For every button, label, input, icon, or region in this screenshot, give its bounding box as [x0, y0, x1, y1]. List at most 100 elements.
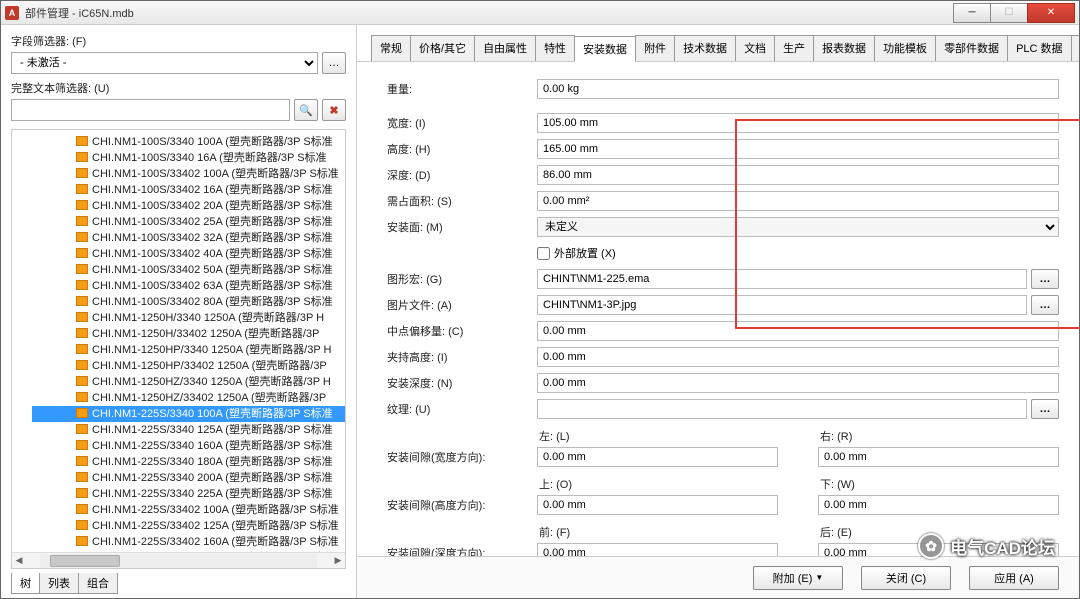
- external-checkbox[interactable]: [537, 247, 550, 260]
- search-icon: 🔍: [299, 104, 313, 117]
- tree-item[interactable]: CHI.NM1-225S/3340 160A (塑壳断路器/3P S标准: [32, 438, 345, 454]
- width-input[interactable]: [537, 113, 1059, 133]
- property-tab[interactable]: 安全值: [1071, 35, 1079, 61]
- field-filter-label: 字段筛选器: (F): [11, 33, 346, 49]
- property-tab[interactable]: 技术数据: [674, 35, 736, 61]
- part-icon: [76, 456, 88, 466]
- property-tab[interactable]: 功能模板: [874, 35, 936, 61]
- spacing-right-input[interactable]: [818, 447, 1059, 467]
- close-button[interactable]: 关闭 (C): [861, 566, 951, 590]
- tree-item[interactable]: CHI.NM1-1250H/3340 1250A (塑壳断路器/3P H: [32, 310, 345, 326]
- tree-item[interactable]: CHI.NM1-100S/3340 100A (塑壳断路器/3P S标准: [32, 134, 345, 150]
- part-icon: [76, 216, 88, 226]
- macro-browse-button[interactable]: …: [1031, 269, 1059, 289]
- mountdepth-input[interactable]: [537, 373, 1059, 393]
- close-window-button[interactable]: ✕: [1027, 3, 1075, 23]
- clear-filter-button[interactable]: ✖: [322, 99, 346, 121]
- texture-browse-button[interactable]: …: [1031, 399, 1059, 419]
- spacing-back-input[interactable]: [818, 543, 1059, 556]
- tree-item[interactable]: CHI.NM1-225S/33402 100A (塑壳断路器/3P S标准: [32, 502, 345, 518]
- field-filter-select[interactable]: - 未激活 -: [11, 52, 318, 74]
- tree-item[interactable]: CHI.NM1-225S/3340 200A (塑壳断路器/3P S标准: [32, 470, 345, 486]
- property-tab[interactable]: 文档: [735, 35, 775, 61]
- tree-item[interactable]: CHI.NM1-100S/33402 63A (塑壳断路器/3P S标准: [32, 278, 345, 294]
- parts-tree: CHI.NM1-100S/3340 100A (塑壳断路器/3P S标准CHI.…: [11, 129, 346, 569]
- property-tab[interactable]: 零部件数据: [935, 35, 1008, 61]
- apply-button[interactable]: 应用 (A): [969, 566, 1059, 590]
- weight-input[interactable]: [537, 79, 1059, 99]
- spacing-front-input[interactable]: [537, 543, 778, 556]
- tab-combo[interactable]: 组合: [78, 573, 118, 594]
- part-icon: [76, 344, 88, 354]
- right-pane: 常规价格/其它自由属性特性安装数据附件技术数据文档生产报表数据功能模板零部件数据…: [357, 25, 1079, 598]
- mountdepth-label: 安装深度: (N): [387, 375, 537, 391]
- front-col-label: 前: (F): [537, 524, 778, 540]
- part-icon: [76, 488, 88, 498]
- maximize-button[interactable]: ☐: [990, 3, 1028, 23]
- spacing-depth-label: 安装间隙(深度方向):: [387, 545, 537, 556]
- tree-item[interactable]: CHI.NM1-225S/3340 100A (塑壳断路器/3P S标准: [32, 406, 345, 422]
- property-tab[interactable]: 生产: [774, 35, 814, 61]
- top-col-label: 上: (O): [537, 476, 778, 492]
- macro-input[interactable]: [537, 269, 1027, 289]
- scroll-thumb[interactable]: [50, 555, 120, 567]
- minimize-button[interactable]: ─: [953, 3, 991, 23]
- part-icon: [76, 424, 88, 434]
- centeroffset-input[interactable]: [537, 321, 1059, 341]
- image-input[interactable]: [537, 295, 1027, 315]
- image-browse-button[interactable]: …: [1031, 295, 1059, 315]
- property-tab[interactable]: 常规: [371, 35, 411, 61]
- fulltext-input[interactable]: [11, 99, 290, 121]
- spacing-top-input[interactable]: [537, 495, 778, 515]
- tree-item[interactable]: CHI.NM1-100S/33402 40A (塑壳断路器/3P S标准: [32, 246, 345, 262]
- tree-item[interactable]: CHI.NM1-100S/3340 16A (塑壳断路器/3P S标准: [32, 150, 345, 166]
- attach-button[interactable]: 附加 (E)▼: [753, 566, 843, 590]
- tree-item[interactable]: CHI.NM1-225S/33402 125A (塑壳断路器/3P S标准: [32, 518, 345, 534]
- tree-hscrollbar[interactable]: ◀ ▶: [12, 552, 345, 568]
- height-input[interactable]: [537, 139, 1059, 159]
- tree-item[interactable]: CHI.NM1-100S/33402 80A (塑壳断路器/3P S标准: [32, 294, 345, 310]
- tree-item[interactable]: CHI.NM1-225S/33402 160A (塑壳断路器/3P S标准: [32, 534, 345, 550]
- property-tab[interactable]: 附件: [635, 35, 675, 61]
- tree-item[interactable]: CHI.NM1-100S/33402 16A (塑壳断路器/3P S标准: [32, 182, 345, 198]
- field-filter-more-button[interactable]: …: [322, 52, 346, 74]
- tree-item[interactable]: CHI.NM1-100S/33402 100A (塑壳断路器/3P S标准: [32, 166, 345, 182]
- tree-inner[interactable]: CHI.NM1-100S/3340 100A (塑壳断路器/3P S标准CHI.…: [12, 130, 345, 552]
- tree-item[interactable]: CHI.NM1-100S/33402 50A (塑壳断路器/3P S标准: [32, 262, 345, 278]
- back-col-label: 后: (E): [818, 524, 1059, 540]
- property-tab[interactable]: 安装数据: [574, 36, 636, 62]
- tree-item[interactable]: CHI.NM1-1250HP/3340 1250A (塑壳断路器/3P H: [32, 342, 345, 358]
- property-tab[interactable]: PLC 数据: [1007, 35, 1071, 61]
- property-tab[interactable]: 价格/其它: [410, 35, 475, 61]
- gripheight-input[interactable]: [537, 347, 1059, 367]
- part-icon: [76, 504, 88, 514]
- app-window: A 部件管理 - iC65N.mdb ─ ☐ ✕ 字段筛选器: (F) - 未激…: [0, 0, 1080, 599]
- texture-label: 纹理: (U): [387, 401, 537, 417]
- tree-item[interactable]: CHI.NM1-225S/3340 125A (塑壳断路器/3P S标准: [32, 422, 345, 438]
- tree-item[interactable]: CHI.NM1-1250H/33402 1250A (塑壳断路器/3P: [32, 326, 345, 342]
- tree-item[interactable]: CHI.NM1-100S/33402 25A (塑壳断路器/3P S标准: [32, 214, 345, 230]
- mountface-select[interactable]: 未定义: [537, 217, 1059, 237]
- tree-item[interactable]: CHI.NM1-100S/33402 20A (塑壳断路器/3P S标准: [32, 198, 345, 214]
- spacing-bot-input[interactable]: [818, 495, 1059, 515]
- tree-item[interactable]: CHI.NM1-1250HP/33402 1250A (塑壳断路器/3P: [32, 358, 345, 374]
- search-button[interactable]: 🔍: [294, 99, 318, 121]
- depth-input[interactable]: [537, 165, 1059, 185]
- tree-item[interactable]: CHI.NM1-1250HZ/33402 1250A (塑壳断路器/3P: [32, 390, 345, 406]
- scroll-track[interactable]: [40, 554, 317, 568]
- property-tab[interactable]: 自由属性: [474, 35, 536, 61]
- tree-item[interactable]: CHI.NM1-1250HZ/3340 1250A (塑壳断路器/3P H: [32, 374, 345, 390]
- part-icon: [76, 184, 88, 194]
- tab-tree[interactable]: 树: [11, 573, 40, 594]
- spacing-left-input[interactable]: [537, 447, 778, 467]
- tab-list[interactable]: 列表: [39, 573, 79, 594]
- scroll-left-arrow[interactable]: ◀: [12, 554, 26, 568]
- scroll-right-arrow[interactable]: ▶: [331, 554, 345, 568]
- property-tab[interactable]: 特性: [535, 35, 575, 61]
- tree-item[interactable]: CHI.NM1-225S/3340 180A (塑壳断路器/3P S标准: [32, 454, 345, 470]
- tree-item[interactable]: CHI.NM1-225S/3340 225A (塑壳断路器/3P S标准: [32, 486, 345, 502]
- property-tab[interactable]: 报表数据: [813, 35, 875, 61]
- texture-input[interactable]: [537, 399, 1027, 419]
- area-input[interactable]: [537, 191, 1059, 211]
- tree-item[interactable]: CHI.NM1-100S/33402 32A (塑壳断路器/3P S标准: [32, 230, 345, 246]
